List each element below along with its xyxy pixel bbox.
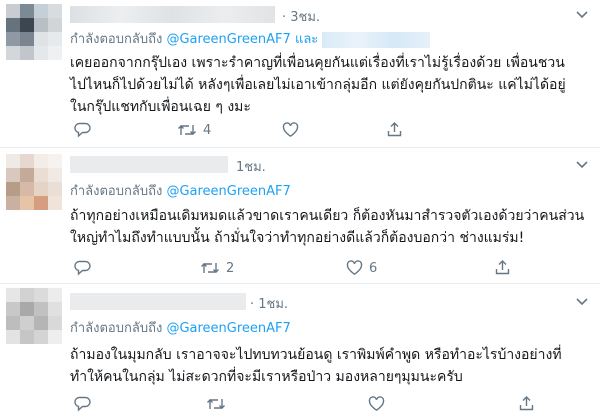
retweet-icon [178, 125, 196, 135]
tweet-time[interactable]: 1ชม. [236, 156, 266, 177]
reply-icon [74, 122, 91, 138]
tweet-text-line: ถ้ามองในมุมกลับ เราอาจจะไปทบทวนย้อนดู เร… [70, 347, 562, 363]
tweet[interactable]: · 3ชม. กำลังตอบกลับถึง @GareenGreenAF7 แ… [0, 0, 600, 148]
reply-prefix: กำลังตอบกลับถึง [70, 184, 163, 199]
tweet-time[interactable]: · 1ชม. [250, 293, 288, 314]
retweet-button[interactable]: 4 [177, 120, 211, 140]
retweet-icon [201, 263, 219, 273]
avatar[interactable] [6, 154, 62, 210]
like-count: 6 [369, 260, 378, 276]
tweet-text-line: ทำให้คนในกลุ่ม ไม่สะดวกที่จะมีเราหรือป่า… [70, 369, 463, 385]
like-icon [368, 396, 385, 412]
share-button[interactable] [386, 120, 403, 140]
like-button[interactable]: 6 [346, 258, 377, 278]
reply-context: กำลังตอบกลับถึง @GareenGreenAF7 [70, 180, 291, 201]
reply-icon [74, 260, 91, 276]
reply-button[interactable] [74, 258, 97, 278]
reply-context: กำลังตอบกลับถึง @GareenGreenAF7 [70, 317, 291, 338]
author-name[interactable] [70, 293, 246, 310]
retweet-button[interactable] [206, 394, 232, 414]
avatar[interactable] [6, 4, 62, 60]
avatar[interactable] [6, 288, 62, 344]
retweet-button[interactable]: 2 [200, 258, 234, 278]
reply-icon [74, 396, 91, 412]
mention-link-blurred[interactable] [322, 31, 431, 48]
author-name[interactable] [70, 156, 228, 173]
tweet-text-line: ในกรุ๊ปแชทกับเพื่อนเฉย ๆ งมะ [70, 99, 251, 115]
share-icon [495, 260, 510, 275]
tweet-text: ถ้าทุกอย่างเหมือนเดิมหมดแล้วขาดเราคนเดีย… [70, 205, 590, 249]
tweet-time[interactable]: · 3ชม. [282, 6, 320, 27]
retweet-count: 4 [203, 122, 212, 138]
mention-link[interactable]: @GareenGreenAF7 [166, 184, 290, 199]
retweet-count: 2 [226, 260, 235, 276]
like-icon [282, 122, 299, 138]
reply-prefix: กำลังตอบกลับถึง [70, 32, 163, 47]
caret-down-icon[interactable] [575, 10, 589, 20]
reply-prefix: กำลังตอบกลับถึง [70, 321, 163, 336]
reply-button[interactable] [74, 394, 97, 414]
and-label: และ [294, 32, 319, 47]
share-button[interactable] [494, 258, 511, 278]
author-name[interactable] [70, 6, 275, 23]
like-button[interactable] [368, 394, 391, 414]
caret-down-icon[interactable] [575, 160, 589, 170]
reply-button[interactable] [74, 120, 97, 140]
share-icon [519, 396, 534, 411]
like-button[interactable] [282, 120, 305, 140]
share-button[interactable] [518, 394, 535, 414]
tweet[interactable]: · 1ชม. กำลังตอบกลับถึง @GareenGreenAF7 ถ… [0, 284, 600, 417]
tweet-text-line: ถ้าทุกอย่างเหมือนเดิมหมดแล้วขาดเราคนเดีย… [70, 208, 585, 224]
reply-context: กำลังตอบกลับถึง @GareenGreenAF7 และ [70, 28, 431, 49]
tweet-text: เคยออกจากกรุ๊ปเอง เพราะรำคาญที่เพื่อนคุย… [70, 52, 590, 118]
tweet-text-line: เคยออกจากกรุ๊ปเอง เพราะรำคาญที่เพื่อนคุย… [70, 55, 565, 71]
caret-down-icon[interactable] [575, 297, 589, 307]
tweet[interactable]: 1ชม. กำลังตอบกลับถึง @GareenGreenAF7 ถ้า… [0, 148, 600, 284]
mention-link[interactable]: @GareenGreenAF7 [166, 32, 290, 47]
tweet-text: ถ้ามองในมุมกลับ เราอาจจะไปทบทวนย้อนดู เร… [70, 344, 590, 388]
retweet-icon [207, 399, 225, 409]
like-icon [346, 260, 363, 276]
mention-link[interactable]: @GareenGreenAF7 [166, 321, 290, 336]
tweet-text-line: ไปไหนก็ไปด้วยไม่ได้ หลังๆเพื่อเลยไม่เอาเ… [70, 77, 566, 93]
tweet-text-line: ใหญ่ทำไมถึงทำแบบนั้น ถ้ามั่นใจว่าทำทุกอย… [70, 230, 525, 246]
share-icon [387, 122, 402, 137]
